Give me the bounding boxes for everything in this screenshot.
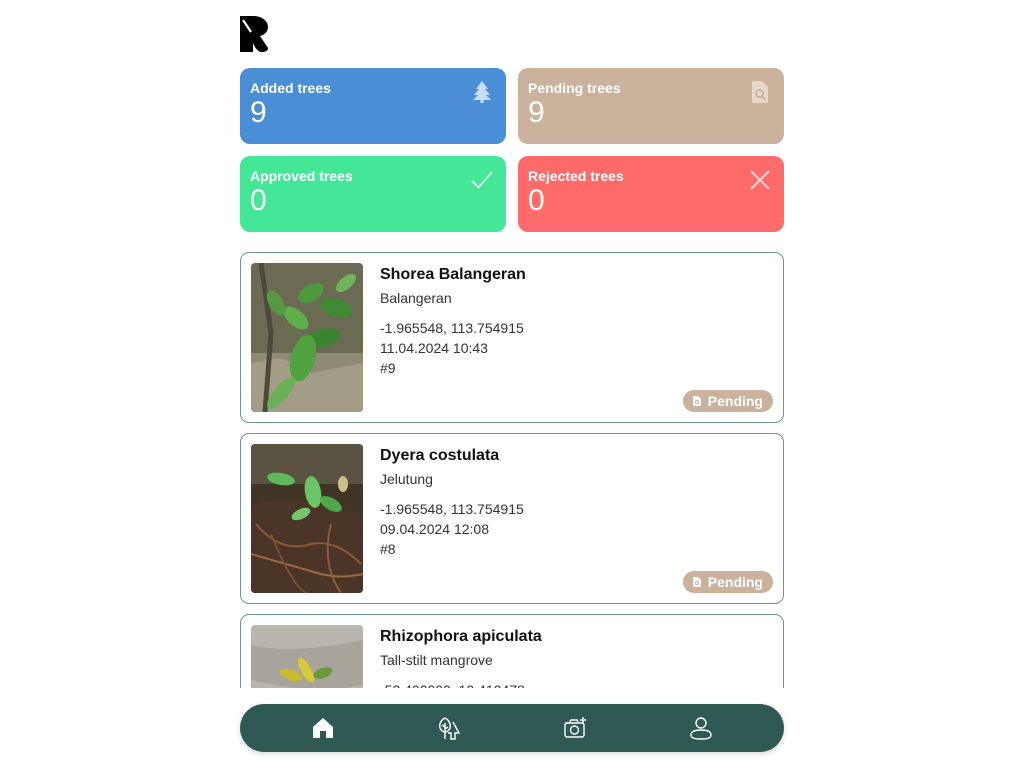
status-label: Pending [707,574,763,590]
check-icon [471,171,493,189]
document-search-icon [692,577,701,587]
tree-photo [251,625,363,688]
user-icon [690,717,712,740]
stat-label: Pending trees [528,80,621,96]
tree-datetime: 11.04.2024 10:43 [380,340,488,356]
nav-profile[interactable] [683,710,719,746]
tree-number: #8 [380,541,396,557]
stat-label: Rejected trees [528,168,624,184]
tree-coordinates: -1.965548, 113.754915 [380,501,524,517]
tree-datetime: 09.04.2024 12:08 [380,521,489,537]
status-label: Pending [707,393,763,409]
tree-common-name: Balangeran [380,290,452,306]
stat-pending-trees[interactable]: Pending trees 9 [518,68,784,144]
stat-approved-trees[interactable]: Approved trees 0 [240,156,506,232]
nav-add-photo[interactable] [557,710,593,746]
app-logo [240,16,268,52]
tree-photo [251,263,363,412]
tree-card[interactable]: Dyera costulata Jelutung -1.965548, 113.… [240,433,784,604]
tree-common-name: Jelutung [380,471,433,487]
close-icon [750,170,770,190]
tree-card[interactable]: Shorea Balangeran Balangeran -1.965548, … [240,252,784,423]
document-search-icon [692,396,701,406]
nav-trees[interactable] [431,710,467,746]
home-icon [313,718,333,738]
stat-value: 9 [528,96,545,129]
tree-photo [251,444,363,593]
stats-grid: Added trees 9 Pending trees 9 Approved t… [240,68,784,232]
stat-value: 0 [250,184,267,217]
tree-info: Shorea Balangeran Balangeran -1.965548, … [380,266,760,378]
stat-value: 9 [250,96,267,129]
nav-home[interactable] [305,710,341,746]
stat-added-trees[interactable]: Added trees 9 [240,68,506,144]
stat-value: 0 [528,184,545,217]
status-badge: Pending [682,571,773,593]
tree-species: Shorea Balangeran [380,266,526,283]
tree-coordinates: -1.965548, 113.754915 [380,320,524,336]
document-search-icon [752,81,768,103]
stat-rejected-trees[interactable]: Rejected trees 0 [518,156,784,232]
app-root: Added trees 9 Pending trees 9 Approved t… [240,0,784,768]
tree-species: Rhizophora apiculata [380,628,542,645]
stat-label: Approved trees [250,168,353,184]
trees-icon [439,717,461,740]
stat-label: Added trees [250,80,331,96]
tree-info: Rhizophora apiculata Tall-stilt mangrove… [380,628,760,688]
tree-icon [473,81,491,103]
camera-plus-icon [564,717,586,738]
tree-common-name: Tall-stilt mangrove [380,652,493,668]
tree-species: Dyera costulata [380,447,500,464]
tree-number: #9 [380,360,396,376]
status-badge: Pending [682,390,773,412]
tree-list[interactable]: Shorea Balangeran Balangeran -1.965548, … [240,252,784,688]
tree-info: Dyera costulata Jelutung -1.965548, 113.… [380,447,760,559]
tree-coordinates: -53.400000, 10.410478 [380,680,760,688]
bottom-nav [240,704,784,752]
tree-card[interactable]: Rhizophora apiculata Tall-stilt mangrove… [240,614,784,688]
